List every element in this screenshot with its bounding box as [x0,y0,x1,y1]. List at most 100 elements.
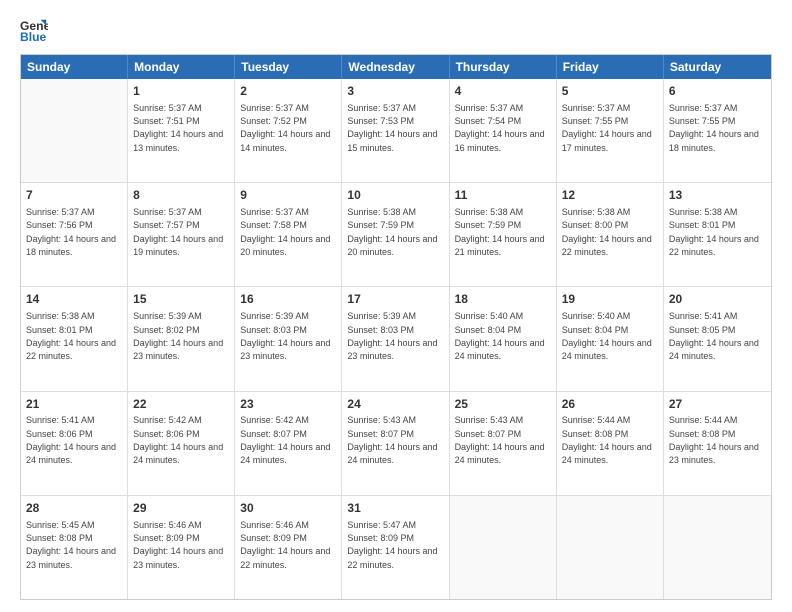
cell-info: Sunrise: 5:41 AMSunset: 8:05 PMDaylight:… [669,311,759,361]
day-number: 20 [669,291,766,308]
day-number: 30 [240,500,336,517]
calendar-cell: 29Sunrise: 5:46 AMSunset: 8:09 PMDayligh… [128,496,235,599]
day-number: 11 [455,187,551,204]
cell-info: Sunrise: 5:37 AMSunset: 7:51 PMDaylight:… [133,103,223,153]
calendar-cell: 16 Sunrise: 5:39 AMSunset: 8:03 PMDayligh… [235,287,342,390]
cell-info: Sunrise: 5:37 AMSunset: 7:52 PMDaylight:… [240,103,330,153]
calendar-cell: 25 Sunrise: 5:43 AMSunset: 8:07 PMDayligh… [450,392,557,495]
calendar-cell: 13Sunrise: 5:38 AMSunset: 8:01 PMDayligh… [664,183,771,286]
day-number: 24 [347,396,443,413]
day-number: 2 [240,83,336,100]
cell-info: Sunrise: 5:38 AMSunset: 8:01 PMDaylight:… [26,311,116,361]
calendar-cell [557,496,664,599]
header-day-thursday: Thursday [450,55,557,79]
calendar: SundayMondayTuesdayWednesdayThursdayFrid… [20,54,772,600]
cell-info: Sunrise: 5:46 AMSunset: 8:09 PMDaylight:… [240,520,330,570]
cell-info: Sunrise: 5:38 AMSunset: 7:59 PMDaylight:… [347,207,437,257]
day-number: 4 [455,83,551,100]
day-number: 15 [133,291,229,308]
calendar-cell [21,79,128,182]
day-number: 10 [347,187,443,204]
header-day-monday: Monday [128,55,235,79]
cell-info: Sunrise: 5:40 AMSunset: 8:04 PMDaylight:… [562,311,652,361]
calendar-cell: 15 Sunrise: 5:39 AMSunset: 8:02 PMDayligh… [128,287,235,390]
calendar-row-4: 28Sunrise: 5:45 AMSunset: 8:08 PMDayligh… [21,496,771,599]
day-number: 3 [347,83,443,100]
calendar-cell: 24 Sunrise: 5:43 AMSunset: 8:07 PMDayligh… [342,392,449,495]
day-number: 22 [133,396,229,413]
calendar-header: SundayMondayTuesdayWednesdayThursdayFrid… [21,55,771,79]
day-number: 29 [133,500,229,517]
calendar-cell: 22 Sunrise: 5:42 AMSunset: 8:06 PMDayligh… [128,392,235,495]
header-day-saturday: Saturday [664,55,771,79]
logo-icon: General Blue [20,16,48,44]
cell-info: Sunrise: 5:37 AMSunset: 7:53 PMDaylight:… [347,103,437,153]
day-number: 26 [562,396,658,413]
day-number: 7 [26,187,122,204]
calendar-cell: 10 Sunrise: 5:38 AMSunset: 7:59 PMDayligh… [342,183,449,286]
calendar-cell: 30 Sunrise: 5:46 AMSunset: 8:09 PMDayligh… [235,496,342,599]
calendar-cell: 28Sunrise: 5:45 AMSunset: 8:08 PMDayligh… [21,496,128,599]
day-number: 6 [669,83,766,100]
page-header: General Blue [20,16,772,44]
calendar-cell: 6Sunrise: 5:37 AMSunset: 7:55 PMDaylight… [664,79,771,182]
calendar-cell: 23 Sunrise: 5:42 AMSunset: 8:07 PMDayligh… [235,392,342,495]
cell-info: Sunrise: 5:37 AMSunset: 7:54 PMDaylight:… [455,103,545,153]
cell-info: Sunrise: 5:41 AMSunset: 8:06 PMDaylight:… [26,415,116,465]
calendar-cell: 7 Sunrise: 5:37 AMSunset: 7:56 PMDaylight… [21,183,128,286]
calendar-row-3: 21 Sunrise: 5:41 AMSunset: 8:06 PMDayligh… [21,392,771,496]
header-day-tuesday: Tuesday [235,55,342,79]
calendar-row-0: 1 Sunrise: 5:37 AMSunset: 7:51 PMDaylight… [21,79,771,183]
cell-info: Sunrise: 5:39 AMSunset: 8:03 PMDaylight:… [347,311,437,361]
day-number: 21 [26,396,122,413]
cell-info: Sunrise: 5:45 AMSunset: 8:08 PMDaylight:… [26,520,116,570]
cell-info: Sunrise: 5:37 AMSunset: 7:57 PMDaylight:… [133,207,223,257]
header-day-sunday: Sunday [21,55,128,79]
calendar-cell: 4 Sunrise: 5:37 AMSunset: 7:54 PMDaylight… [450,79,557,182]
calendar-cell: 12 Sunrise: 5:38 AMSunset: 8:00 PMDayligh… [557,183,664,286]
day-number: 16 [240,291,336,308]
calendar-cell [450,496,557,599]
cell-info: Sunrise: 5:38 AMSunset: 8:01 PMDaylight:… [669,207,759,257]
cell-info: Sunrise: 5:37 AMSunset: 7:56 PMDaylight:… [26,207,116,257]
cell-info: Sunrise: 5:38 AMSunset: 8:00 PMDaylight:… [562,207,652,257]
day-number: 25 [455,396,551,413]
cell-info: Sunrise: 5:38 AMSunset: 7:59 PMDaylight:… [455,207,545,257]
calendar-cell: 8 Sunrise: 5:37 AMSunset: 7:57 PMDaylight… [128,183,235,286]
cell-info: Sunrise: 5:37 AMSunset: 7:58 PMDaylight:… [240,207,330,257]
calendar-cell: 18Sunrise: 5:40 AMSunset: 8:04 PMDayligh… [450,287,557,390]
day-number: 8 [133,187,229,204]
day-number: 23 [240,396,336,413]
cell-info: Sunrise: 5:42 AMSunset: 8:07 PMDaylight:… [240,415,330,465]
calendar-cell: 3 Sunrise: 5:37 AMSunset: 7:53 PMDaylight… [342,79,449,182]
calendar-cell: 31 Sunrise: 5:47 AMSunset: 8:09 PMDayligh… [342,496,449,599]
calendar-cell: 11 Sunrise: 5:38 AMSunset: 7:59 PMDayligh… [450,183,557,286]
calendar-cell: 27 Sunrise: 5:44 AMSunset: 8:08 PMDayligh… [664,392,771,495]
day-number: 27 [669,396,766,413]
cell-info: Sunrise: 5:47 AMSunset: 8:09 PMDaylight:… [347,520,437,570]
day-number: 19 [562,291,658,308]
cell-info: Sunrise: 5:42 AMSunset: 8:06 PMDaylight:… [133,415,223,465]
day-number: 31 [347,500,443,517]
cell-info: Sunrise: 5:39 AMSunset: 8:02 PMDaylight:… [133,311,223,361]
calendar-cell: 19 Sunrise: 5:40 AMSunset: 8:04 PMDayligh… [557,287,664,390]
cell-info: Sunrise: 5:39 AMSunset: 8:03 PMDaylight:… [240,311,330,361]
calendar-cell: 1 Sunrise: 5:37 AMSunset: 7:51 PMDaylight… [128,79,235,182]
cell-info: Sunrise: 5:40 AMSunset: 8:04 PMDaylight:… [455,311,545,361]
day-number: 1 [133,83,229,100]
header-day-wednesday: Wednesday [342,55,449,79]
day-number: 9 [240,187,336,204]
cell-info: Sunrise: 5:43 AMSunset: 8:07 PMDaylight:… [455,415,545,465]
calendar-cell: 14Sunrise: 5:38 AMSunset: 8:01 PMDayligh… [21,287,128,390]
day-number: 12 [562,187,658,204]
calendar-body: 1 Sunrise: 5:37 AMSunset: 7:51 PMDaylight… [21,79,771,599]
calendar-row-1: 7 Sunrise: 5:37 AMSunset: 7:56 PMDaylight… [21,183,771,287]
svg-text:Blue: Blue [20,30,47,44]
calendar-row-2: 14Sunrise: 5:38 AMSunset: 8:01 PMDayligh… [21,287,771,391]
header-day-friday: Friday [557,55,664,79]
cell-info: Sunrise: 5:44 AMSunset: 8:08 PMDaylight:… [669,415,759,465]
calendar-cell: 20 Sunrise: 5:41 AMSunset: 8:05 PMDayligh… [664,287,771,390]
cell-info: Sunrise: 5:43 AMSunset: 8:07 PMDaylight:… [347,415,437,465]
cell-info: Sunrise: 5:44 AMSunset: 8:08 PMDaylight:… [562,415,652,465]
logo: General Blue [20,16,52,44]
